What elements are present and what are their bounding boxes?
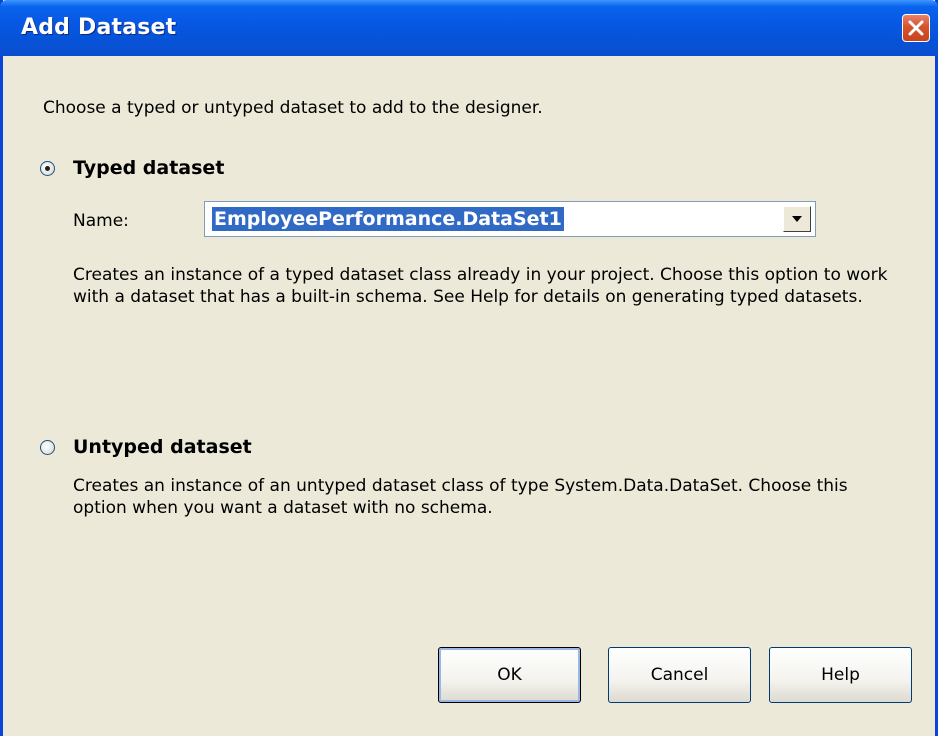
- untyped-dataset-description: Creates an instance of an untyped datase…: [73, 476, 848, 518]
- add-dataset-dialog: Add Dataset Choose a typed or untyped da…: [0, 0, 938, 736]
- window-title: Add Dataset: [21, 15, 177, 40]
- typed-dataset-option[interactable]: Typed dataset: [40, 157, 224, 179]
- typed-dataset-label[interactable]: Typed dataset: [73, 157, 224, 179]
- help-button[interactable]: Help: [769, 647, 912, 703]
- chevron-down-icon: [792, 216, 802, 222]
- untyped-dataset-option[interactable]: Untyped dataset: [40, 436, 252, 458]
- untyped-dataset-radio[interactable]: [40, 439, 55, 455]
- typed-dataset-radio[interactable]: [40, 160, 55, 176]
- close-icon: [908, 20, 924, 36]
- title-bar[interactable]: Add Dataset: [0, 0, 938, 56]
- dataset-name-combobox[interactable]: EmployeePerformance.DataSet1: [204, 201, 816, 237]
- ok-button[interactable]: OK: [438, 647, 581, 703]
- cancel-button[interactable]: Cancel: [608, 647, 751, 703]
- dataset-name-value[interactable]: EmployeePerformance.DataSet1: [212, 207, 564, 231]
- close-button[interactable]: [902, 14, 930, 42]
- typed-dataset-description: Creates an instance of a typed dataset c…: [73, 265, 888, 307]
- name-label: Name:: [73, 211, 129, 231]
- intro-text: Choose a typed or untyped dataset to add…: [43, 98, 543, 118]
- dropdown-button[interactable]: [783, 206, 811, 232]
- untyped-dataset-label[interactable]: Untyped dataset: [73, 436, 252, 458]
